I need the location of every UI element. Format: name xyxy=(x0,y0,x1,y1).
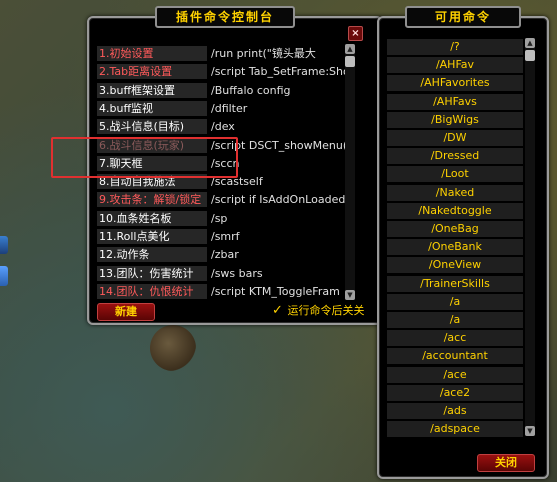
checkbox[interactable]: ✓ xyxy=(272,304,284,317)
command-name[interactable]: 13.团队：伤害统计 xyxy=(97,265,207,281)
command-row[interactable]: 11.Roll点美化/smrf xyxy=(97,229,359,245)
command-name[interactable]: 14.团队：仇恨统计 xyxy=(97,283,207,299)
command-list-item[interactable]: /acc xyxy=(387,330,523,347)
close-icon[interactable]: × xyxy=(348,26,363,41)
command-list-item[interactable]: /BigWigs xyxy=(387,111,523,128)
command-name[interactable]: 5.战斗信息(目标) xyxy=(97,119,207,135)
command-input[interactable]: /script KTM_ToggleFram xyxy=(209,284,353,299)
command-row[interactable]: 1.初始设置/run print("镜头最大 xyxy=(97,46,359,62)
command-row[interactable]: 12.动作条/zbar xyxy=(97,247,359,263)
command-input[interactable]: /dex xyxy=(209,119,353,134)
command-input[interactable]: /smrf xyxy=(209,229,353,244)
command-row[interactable]: 5.战斗信息(目标)/dex xyxy=(97,119,359,135)
command-row[interactable]: 14.团队：仇恨统计/script KTM_ToggleFram xyxy=(97,283,359,300)
scroll-down-icon[interactable]: ▼ xyxy=(525,426,535,436)
game-world-rock xyxy=(150,325,196,371)
scroll-up-icon[interactable]: ▲ xyxy=(345,44,355,54)
command-name[interactable]: 9.攻击条：解锁/锁定 xyxy=(97,192,207,208)
command-list-item[interactable]: /ace2 xyxy=(387,384,523,401)
command-input[interactable]: /script Tab_SetFrame:Sho xyxy=(209,64,353,79)
checkbox-label: 运行命令后关关 xyxy=(287,304,365,317)
command-input[interactable]: /zbar xyxy=(209,247,353,262)
command-row[interactable]: 9.攻击条：解锁/锁定/script if IsAddOnLoaded xyxy=(97,192,359,208)
command-name[interactable]: 12.动作条 xyxy=(97,247,207,263)
console-title: 插件命令控制台 xyxy=(155,6,295,28)
buff-icon xyxy=(0,266,8,286)
command-list-item[interactable]: /TrainerSkills xyxy=(387,275,523,292)
command-list-item[interactable]: /Dressed xyxy=(387,148,523,165)
command-row[interactable]: 2.Tab距离设置/script Tab_SetFrame:Sho xyxy=(97,64,359,80)
command-list-item[interactable]: /AHFav xyxy=(387,57,523,74)
highlight-box xyxy=(51,137,238,178)
command-row[interactable]: 3.buff框架设置/Buffalo config xyxy=(97,82,359,99)
command-name[interactable]: 10.血条姓名板 xyxy=(97,210,207,226)
command-name[interactable]: 1.初始设置 xyxy=(97,46,207,61)
command-name[interactable]: 3.buff框架设置 xyxy=(97,82,207,98)
command-input[interactable]: /Buffalo config xyxy=(209,83,353,98)
scroll-up-icon[interactable]: ▲ xyxy=(525,38,535,48)
command-list-item[interactable]: /OneView xyxy=(387,257,523,274)
command-list-item[interactable]: /accountant xyxy=(387,348,523,365)
command-input[interactable]: /sws bars xyxy=(209,266,353,281)
commands-title: 可用命令 xyxy=(405,6,521,28)
command-input[interactable]: /sp xyxy=(209,211,353,226)
close-after-run-option[interactable]: ✓ 运行命令后关关 xyxy=(272,302,365,318)
console-scrollbar[interactable]: ▲ ▼ xyxy=(345,44,355,300)
command-input[interactable]: /run print("镜头最大 xyxy=(209,46,353,61)
command-list-item[interactable]: /Loot xyxy=(387,166,523,183)
command-list-item[interactable]: /ads xyxy=(387,403,523,419)
command-row[interactable]: 13.团队：伤害统计/sws bars xyxy=(97,265,359,282)
command-list-item[interactable]: /a xyxy=(387,312,523,328)
commands-scrollbar[interactable]: ▲ ▼ xyxy=(525,38,535,436)
scroll-thumb[interactable] xyxy=(345,56,355,67)
command-name[interactable]: 11.Roll点美化 xyxy=(97,229,207,244)
command-list-item[interactable]: /DW xyxy=(387,130,523,146)
command-list-item[interactable]: /OneBank xyxy=(387,239,523,256)
new-button[interactable]: 新建 xyxy=(97,303,155,321)
command-input[interactable]: /dfilter xyxy=(209,101,353,116)
command-list-item[interactable]: /Naked xyxy=(387,184,523,201)
command-name[interactable]: 4.buff监视 xyxy=(97,100,207,116)
command-input[interactable]: /script if IsAddOnLoaded xyxy=(209,192,353,207)
scroll-thumb[interactable] xyxy=(525,50,535,61)
scroll-down-icon[interactable]: ▼ xyxy=(345,290,355,300)
available-commands-panel: 可用命令 /? /AHFav/AHFavorites/AHFavs/BigWigs… xyxy=(377,6,549,479)
command-list-item[interactable]: /AHFavorites xyxy=(387,75,523,92)
command-list-item[interactable]: /OneBag xyxy=(387,221,523,237)
command-list-item[interactable]: /Nakedtoggle xyxy=(387,202,523,219)
command-list-item[interactable]: /? xyxy=(387,39,523,55)
command-list-item[interactable]: /AHFavs xyxy=(387,93,523,110)
close-button[interactable]: 关闭 xyxy=(477,454,535,472)
command-list-item[interactable]: /adspace xyxy=(387,421,523,438)
command-row[interactable]: 4.buff监视/dfilter xyxy=(97,100,359,117)
buff-icon xyxy=(0,236,8,254)
command-name[interactable]: 2.Tab距离设置 xyxy=(97,64,207,80)
command-row[interactable]: 10.血条姓名板/sp xyxy=(97,210,359,227)
command-list-item[interactable]: /a xyxy=(387,293,523,310)
command-list-item[interactable]: /ace xyxy=(387,366,523,383)
